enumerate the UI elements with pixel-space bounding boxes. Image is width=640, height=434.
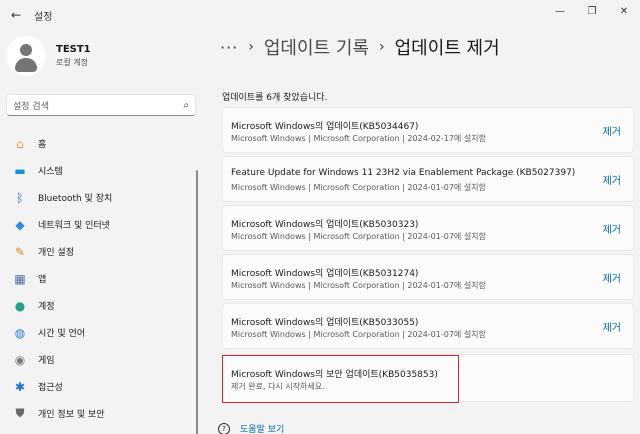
remove-button[interactable]: 제거 (603, 270, 621, 285)
close-button[interactable]: ✕ (608, 0, 640, 22)
update-count-text: 업데이트를 6개 찾았습니다. (222, 93, 328, 103)
update-meta: Microsoft Windows | Microsoft Corporatio… (231, 134, 486, 143)
help-link[interactable]: ? 도움말 보기 (218, 422, 284, 434)
person-icon: ● (14, 298, 26, 313)
chevron-right-icon: › (248, 39, 254, 55)
bluetooth-icon: ᛒ (16, 190, 24, 205)
back-arrow-icon[interactable]: ← (4, 3, 28, 27)
update-meta: Microsoft Windows | Microsoft Corporatio… (231, 281, 486, 290)
sidebar-item[interactable]: ✎ 개인 설정 (6, 238, 196, 265)
minimize-button[interactable]: — (544, 0, 576, 22)
sidebar-item-label: Bluetooth 및 장치 (38, 194, 113, 204)
search-icon: ⌕ (183, 99, 189, 111)
update-meta: Microsoft Windows | Microsoft Corporatio… (231, 232, 486, 241)
sidebar-item[interactable]: ▬ 시스템 (6, 157, 196, 184)
breadcrumb-more-button[interactable]: ··· (220, 38, 238, 57)
globe-clock-icon: ◍ (14, 325, 26, 340)
avatar-body-icon (15, 58, 37, 72)
avatar-head-icon (20, 44, 32, 56)
help-icon: ? (218, 422, 230, 434)
sidebar-item-label: 네트워크 및 인터넷 (38, 221, 110, 231)
list-item: Microsoft Windows의 업데이트(KB5033055) Micros… (222, 303, 634, 349)
remove-button[interactable]: 제거 (603, 221, 621, 236)
title-bar: ← 설정 — ❐ ✕ (0, 0, 640, 30)
remove-button[interactable]: 제거 (603, 172, 621, 187)
account-type: 로컬 계정 (56, 58, 88, 67)
shield-icon: ⛊ (15, 406, 25, 420)
restore-button[interactable]: ❐ (576, 0, 608, 22)
account-card[interactable]: TEST1 로컬 계정 (6, 36, 91, 76)
update-title: Microsoft Windows의 업데이트(KB5030323) (231, 220, 419, 230)
update-title: Microsoft Windows의 업데이트(KB5033055) (231, 318, 419, 328)
breadcrumb: ··· › 업데이트 기록 › 업데이트 제거 (220, 34, 500, 60)
sidebar-item[interactable]: ✱ 접근성 (6, 373, 196, 400)
sidebar-item-label: 시간 및 언어 (38, 329, 86, 339)
list-item: Microsoft Windows의 업데이트(KB5031274) Micros… (222, 254, 634, 300)
sidebar-nav: ⌂ 홈 ▬ 시스템 ᛒ Bluetooth 및 장치 ◆ 네트워크 및 인터넷 ✎ 개인 설정 ▦ 앱… (6, 130, 196, 427)
sidebar-item-label: 계정 (38, 302, 55, 312)
account-name: TEST1 (56, 44, 91, 55)
home-icon: ⌂ (16, 136, 24, 151)
search-placeholder: 설정 검색 (13, 101, 49, 112)
sidebar-item[interactable]: ◍ 시간 및 언어 (6, 319, 196, 346)
list-item: Microsoft Windows의 업데이트(KB5030323) Micros… (222, 205, 634, 251)
breadcrumb-update-history[interactable]: 업데이트 기록 (264, 34, 369, 60)
sidebar-item-label: 앱 (38, 275, 47, 285)
sidebar-item[interactable]: ⛊ 개인 정보 및 보안 (6, 400, 196, 427)
apps-icon: ▦ (14, 271, 26, 286)
gamepad-icon: ◉ (14, 352, 26, 367)
page-title: 업데이트 제거 (394, 38, 500, 59)
window-title: 설정 (34, 11, 53, 23)
wifi-icon: ◆ (15, 217, 25, 232)
search-input[interactable]: 설정 검색 ⌕ (6, 94, 196, 116)
chevron-right-icon: › (378, 39, 385, 55)
sidebar-item[interactable]: ▦ 앱 (6, 265, 196, 292)
sidebar-item[interactable]: ◆ 네트워크 및 인터넷 (6, 211, 196, 238)
update-meta: Microsoft Windows | Microsoft Corporatio… (231, 330, 486, 339)
update-meta: Microsoft Windows | Microsoft Corporatio… (231, 183, 486, 192)
sidebar-item[interactable]: ⌂ 홈 (6, 130, 196, 157)
avatar (6, 36, 46, 76)
sidebar-scrollbar[interactable] (196, 170, 198, 434)
removed-update-status: 제거 완료, 다시 시작하세요. (231, 382, 325, 391)
update-list: Microsoft Windows의 업데이트(KB5034467) Micros… (222, 107, 634, 352)
update-title: Microsoft Windows의 업데이트(KB5031274) (231, 269, 419, 279)
sidebar-item[interactable]: ◉ 게임 (6, 346, 196, 373)
list-item: Microsoft Windows의 업데이트(KB5034467) Micros… (222, 107, 634, 153)
removed-update-title: Microsoft Windows의 보안 업데이트(KB5035853) (231, 370, 438, 380)
sidebar-item[interactable]: ● 계정 (6, 292, 196, 319)
remove-button[interactable]: 제거 (603, 123, 621, 138)
sidebar-item-label: 게임 (38, 356, 55, 366)
remove-button[interactable]: 제거 (603, 319, 621, 334)
sidebar: TEST1 로컬 계정 설정 검색 ⌕ ⌂ 홈 ▬ 시스템 ᛒ Bluetooth 및 장… (0, 30, 205, 434)
sidebar-item-label: 개인 정보 및 보안 (38, 410, 105, 420)
sidebar-item[interactable]: ᛒ Bluetooth 및 장치 (6, 184, 196, 211)
monitor-icon: ▬ (14, 163, 26, 178)
update-title: Feature Update for Windows 11 23H2 via E… (231, 168, 576, 178)
removed-update-highlight: Microsoft Windows의 보안 업데이트(KB5035853) 제거… (222, 355, 459, 403)
update-title: Microsoft Windows의 업데이트(KB5034467) (231, 122, 419, 132)
list-item: Feature Update for Windows 11 23H2 via E… (222, 156, 634, 202)
window-controls: — ❐ ✕ (544, 0, 640, 30)
sidebar-item-label: 개인 설정 (38, 248, 74, 258)
accessibility-icon: ✱ (14, 379, 26, 394)
brush-icon: ✎ (14, 244, 26, 259)
account-text: TEST1 로컬 계정 (56, 44, 91, 68)
sidebar-item-label: 접근성 (38, 383, 63, 393)
help-label: 도움말 보기 (240, 425, 285, 434)
sidebar-item-label: 시스템 (38, 167, 63, 177)
sidebar-item-label: 홈 (38, 140, 47, 150)
